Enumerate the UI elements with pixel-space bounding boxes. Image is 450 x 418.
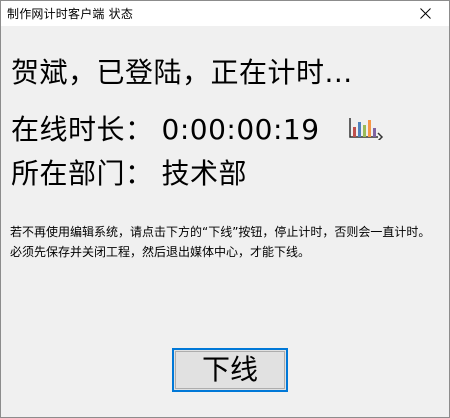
client-area: 贺斌，已登陆，正在计时... 在线时长： 0:00:00:19 所在部门： 技术部 … [1,26,449,417]
notice-line-2: 必须先保存并关闭工程，然后退出媒体中心，才能下线。 [10,245,311,259]
logout-button-label: 下线 [201,353,258,386]
notice-text: 若不再使用编辑系统，请点击下方的“下线”按钮，停止计时，否则会一直计时。 必须先… [10,222,438,262]
login-status-text: 贺斌，已登陆，正在计时... [11,56,353,89]
department-row: 所在部门： 技术部 [11,152,247,192]
title-bar[interactable]: 制作网计时客户端 状态 [1,1,449,26]
window-title: 制作网计时客户端 状态 [7,7,134,21]
close-icon [420,8,431,19]
department-value: 技术部 [161,157,248,190]
notice-line-1: 若不再使用编辑系统，请点击下方的“下线”按钮，停止计时，否则会一直计时。 [10,225,431,239]
online-duration-value: 0:00:00:19 [161,113,320,146]
online-duration-label: 在线时长： [11,113,154,146]
close-button[interactable] [403,1,449,26]
status-window: 制作网计时客户端 状态 贺斌，已登陆，正在计时... 在线时长： 0:00:00:… [0,0,450,418]
online-duration-row: 在线时长： 0:00:00:19 [11,108,320,148]
department-label: 所在部门： [11,157,154,190]
bar-chart-icon[interactable] [348,116,384,142]
logout-button[interactable]: 下线 [172,348,288,392]
